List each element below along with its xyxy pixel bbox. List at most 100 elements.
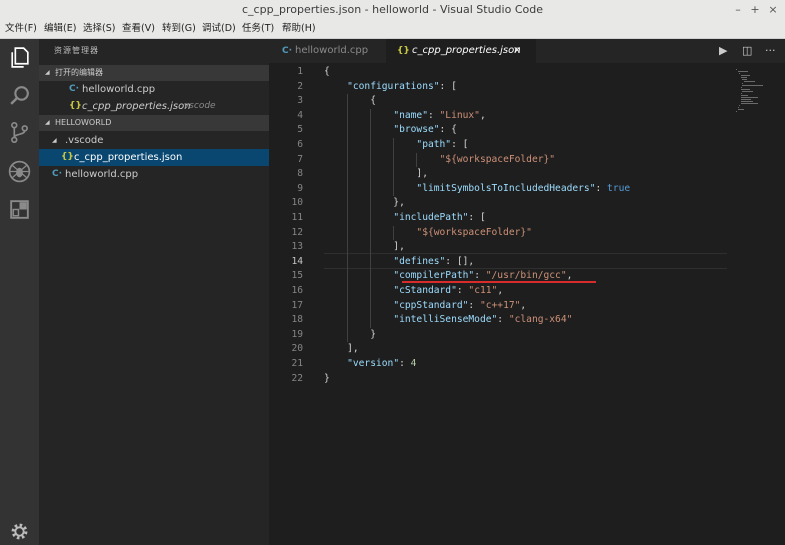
chevron-down-icon: ◢ xyxy=(45,119,50,126)
line-number: 20 xyxy=(291,343,303,355)
code-editor[interactable]: 1 2 3 4 5 6 7 8 9 10 11 12 13 14 15 16 17 18 19 20 21 22 { "c… xyxy=(269,63,785,545)
minimap-line xyxy=(740,97,758,98)
json-file-icon: {} xyxy=(397,46,410,56)
workspace-header[interactable]: ◢ HELLOWORLD xyxy=(39,115,269,131)
line-number: 3 xyxy=(297,95,303,107)
maximize-button[interactable]: + xyxy=(747,0,763,20)
file-c-cpp-properties[interactable]: {} c_cpp_properties.json xyxy=(39,149,269,166)
more-actions-icon[interactable]: ··· xyxy=(765,39,776,63)
minimap[interactable] xyxy=(728,63,785,545)
minimap-line xyxy=(742,91,754,92)
line-number: 19 xyxy=(291,328,303,340)
files-icon[interactable] xyxy=(7,45,32,70)
line-number: 7 xyxy=(297,153,303,165)
run-icon[interactable]: ▶ xyxy=(719,39,727,63)
line-number: 5 xyxy=(297,124,303,136)
close-tab-icon[interactable]: × xyxy=(513,39,521,63)
tab-helloworld-cpp[interactable]: C· helloworld.cpp xyxy=(269,39,385,63)
gear-icon[interactable] xyxy=(7,519,32,544)
minimize-button[interactable]: – xyxy=(730,0,746,20)
line-number: 11 xyxy=(291,212,303,223)
line-number: 18 xyxy=(291,314,303,326)
cpp-file-icon: C· xyxy=(69,84,80,94)
extensions-icon[interactable] xyxy=(7,197,32,222)
menu-go[interactable]: 转到(G) xyxy=(162,20,196,38)
line-number: 22 xyxy=(291,372,303,384)
open-editor-c-cpp-properties[interactable]: {} c_cpp_properties.json .vscode xyxy=(39,98,269,115)
open-editor-helloworld-cpp[interactable]: C· helloworld.cpp xyxy=(39,81,269,98)
code-line: "cStandard": "c11", xyxy=(393,285,504,296)
code-line: }, xyxy=(324,197,405,209)
code-line: } xyxy=(324,328,376,340)
minimap-line xyxy=(740,93,742,94)
line-number: 1 xyxy=(297,66,303,77)
code-line: { xyxy=(324,95,376,107)
menu-edit[interactable]: 编辑(E) xyxy=(44,20,76,38)
tab-c-cpp-properties[interactable]: {} c_cpp_properties.json × xyxy=(386,39,536,63)
menu-tasks[interactable]: 任务(T) xyxy=(242,20,274,38)
json-file-icon: {} xyxy=(61,152,74,162)
minimap-line xyxy=(742,85,763,86)
minimap-line xyxy=(740,99,752,100)
minimap-line xyxy=(742,83,744,84)
minimap-line xyxy=(740,77,747,78)
line-number: 12 xyxy=(291,226,303,238)
code-line: ], xyxy=(324,241,405,253)
menu-bar: 文件(F) 编辑(E) 选择(S) 查看(V) 转到(G) 调试(D) 任务(T… xyxy=(0,20,785,39)
line-number: 16 xyxy=(291,285,303,296)
code-line: } xyxy=(324,372,330,384)
debug-icon[interactable] xyxy=(7,159,32,184)
menu-help[interactable]: 帮助(H) xyxy=(282,20,316,38)
search-icon[interactable] xyxy=(7,83,32,108)
minimap-line xyxy=(740,75,750,76)
line-number: 4 xyxy=(297,109,303,121)
code-line: ], xyxy=(324,168,428,180)
code-line: ], xyxy=(324,343,359,355)
editor-tabs: C· helloworld.cpp {} c_cpp_properties.js… xyxy=(269,39,785,63)
minimap-line xyxy=(740,89,750,90)
code-line: "intelliSenseMode": "clang-x64" xyxy=(393,314,573,326)
menu-selection[interactable]: 选择(S) xyxy=(83,20,115,38)
code-line: "includePath": [ xyxy=(393,212,486,223)
line-number: 6 xyxy=(297,139,303,150)
line-number: 15 xyxy=(291,270,303,282)
minimap-line xyxy=(739,105,741,106)
code-line: "version": 4 xyxy=(347,358,417,369)
line-number: 14 xyxy=(291,255,303,267)
chevron-down-icon: ◢ xyxy=(52,137,57,144)
minimap-line xyxy=(737,109,745,110)
activity-bar xyxy=(0,39,39,545)
line-number: 8 xyxy=(297,168,303,180)
close-window-button[interactable]: × xyxy=(765,0,781,20)
title-bar: c_cpp_properties.json - helloworld - Vis… xyxy=(0,0,785,21)
minimap-line xyxy=(739,73,741,74)
code-line: "cppStandard": "c++17", xyxy=(393,299,527,311)
minimap-line xyxy=(740,103,758,104)
json-file-icon: {} xyxy=(69,101,82,111)
cpp-file-icon: C· xyxy=(282,46,293,56)
menu-file[interactable]: 文件(F) xyxy=(5,20,37,38)
minimap-line xyxy=(737,107,739,108)
line-number: 9 xyxy=(297,182,303,194)
line-number: 21 xyxy=(291,358,303,369)
line-number: 13 xyxy=(291,241,303,253)
open-editors-header[interactable]: ◢ 打开的编辑器 xyxy=(39,65,269,81)
minimap-line xyxy=(736,111,737,112)
minimap-line xyxy=(736,69,737,70)
menu-view[interactable]: 查看(V) xyxy=(122,20,155,38)
split-editor-icon[interactable]: ◫ xyxy=(742,39,752,63)
chevron-down-icon: ◢ xyxy=(45,69,50,76)
window-title: c_cpp_properties.json - helloworld - Vis… xyxy=(241,3,543,16)
line-number: 17 xyxy=(291,299,303,311)
code-line: "configurations": [ xyxy=(347,80,457,92)
minimap-line xyxy=(742,79,748,80)
folder-vscode[interactable]: ◢ .vscode xyxy=(39,132,269,149)
code-line: "${workspaceFolder}" xyxy=(439,153,556,165)
menu-debug[interactable]: 调试(D) xyxy=(202,20,236,38)
source-control-icon[interactable] xyxy=(7,120,32,145)
code-line: "${workspaceFolder}" xyxy=(416,226,532,238)
file-helloworld-cpp[interactable]: C· helloworld.cpp xyxy=(39,166,269,183)
minimap-line xyxy=(740,87,742,88)
minimap-line xyxy=(737,71,749,72)
explorer-sidebar: 资源管理器 ◢ 打开的编辑器 C· helloworld.cpp {} c_cp… xyxy=(39,39,269,545)
